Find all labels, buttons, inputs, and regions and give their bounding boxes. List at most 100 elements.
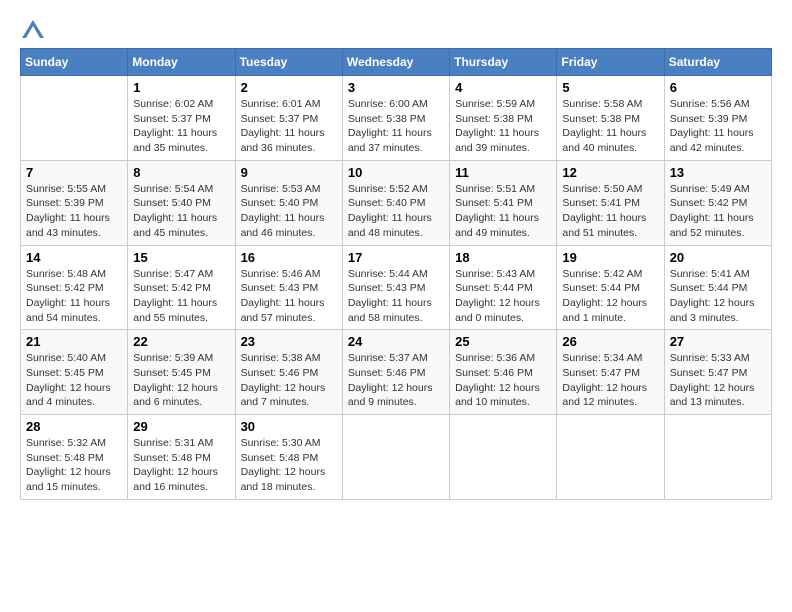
calendar-cell: 22Sunrise: 5:39 AMSunset: 5:45 PMDayligh… xyxy=(128,330,235,415)
daylight-continuation: and 40 minutes. xyxy=(562,141,658,156)
sunrise-text: Sunrise: 5:36 AM xyxy=(455,351,551,366)
daylight-continuation: and 46 minutes. xyxy=(241,226,337,241)
daylight-continuation: and 1 minute. xyxy=(562,311,658,326)
day-info: Sunrise: 5:36 AMSunset: 5:46 PMDaylight:… xyxy=(455,351,551,410)
sunset-text: Sunset: 5:46 PM xyxy=(348,366,444,381)
daylight-text: Daylight: 12 hours xyxy=(241,465,337,480)
sunrise-text: Sunrise: 5:59 AM xyxy=(455,97,551,112)
sunrise-text: Sunrise: 5:50 AM xyxy=(562,182,658,197)
day-info: Sunrise: 5:31 AMSunset: 5:48 PMDaylight:… xyxy=(133,436,229,495)
daylight-text: Daylight: 11 hours xyxy=(241,211,337,226)
daylight-text: Daylight: 12 hours xyxy=(133,465,229,480)
day-info: Sunrise: 5:51 AMSunset: 5:41 PMDaylight:… xyxy=(455,182,551,241)
day-number: 20 xyxy=(670,250,766,265)
sunrise-text: Sunrise: 5:31 AM xyxy=(133,436,229,451)
calendar-cell: 9Sunrise: 5:53 AMSunset: 5:40 PMDaylight… xyxy=(235,160,342,245)
day-number: 7 xyxy=(26,165,122,180)
daylight-continuation: and 55 minutes. xyxy=(133,311,229,326)
daylight-continuation: and 0 minutes. xyxy=(455,311,551,326)
daylight-text: Daylight: 11 hours xyxy=(562,126,658,141)
day-number: 4 xyxy=(455,80,551,95)
sunset-text: Sunset: 5:48 PM xyxy=(133,451,229,466)
calendar-cell: 3 Sunrise: 6:00 AMSunset: 5:38 PMDaylight… xyxy=(342,76,449,161)
day-number: 26 xyxy=(562,334,658,349)
sunrise-text: Sunrise: 5:30 AM xyxy=(241,436,337,451)
day-number: 17 xyxy=(348,250,444,265)
daylight-continuation: and 49 minutes. xyxy=(455,226,551,241)
sunrise-text: Sunrise: 5:42 AM xyxy=(562,267,658,282)
calendar-cell: 14Sunrise: 5:48 AMSunset: 5:42 PMDayligh… xyxy=(21,245,128,330)
calendar-cell: 20Sunrise: 5:41 AMSunset: 5:44 PMDayligh… xyxy=(664,245,771,330)
daylight-text: Daylight: 12 hours xyxy=(562,381,658,396)
day-info: Sunrise: 5:39 AMSunset: 5:45 PMDaylight:… xyxy=(133,351,229,410)
daylight-continuation: and 58 minutes. xyxy=(348,311,444,326)
day-number: 3 xyxy=(348,80,444,95)
calendar-cell: 16Sunrise: 5:46 AMSunset: 5:43 PMDayligh… xyxy=(235,245,342,330)
day-info: Sunrise: 5:54 AMSunset: 5:40 PMDaylight:… xyxy=(133,182,229,241)
day-number: 14 xyxy=(26,250,122,265)
day-number: 11 xyxy=(455,165,551,180)
day-header-tuesday: Tuesday xyxy=(235,49,342,76)
daylight-text: Daylight: 11 hours xyxy=(26,211,122,226)
calendar-cell: 25Sunrise: 5:36 AMSunset: 5:46 PMDayligh… xyxy=(450,330,557,415)
daylight-continuation: and 9 minutes. xyxy=(348,395,444,410)
daylight-text: Daylight: 12 hours xyxy=(26,381,122,396)
sunrise-text: Sunrise: 5:55 AM xyxy=(26,182,122,197)
day-number: 1 xyxy=(133,80,229,95)
sunset-text: Sunset: 5:42 PM xyxy=(26,281,122,296)
sunset-text: Sunset: 5:37 PM xyxy=(133,112,229,127)
daylight-text: Daylight: 11 hours xyxy=(133,296,229,311)
day-number: 16 xyxy=(241,250,337,265)
sunrise-text: Sunrise: 5:34 AM xyxy=(562,351,658,366)
day-info: Sunrise: 5:44 AMSunset: 5:43 PMDaylight:… xyxy=(348,267,444,326)
daylight-text: Daylight: 12 hours xyxy=(670,381,766,396)
calendar-cell: 21Sunrise: 5:40 AMSunset: 5:45 PMDayligh… xyxy=(21,330,128,415)
day-number: 8 xyxy=(133,165,229,180)
calendar-cell: 27 Sunrise: 5:33 AMSunset: 5:47 PMDayligh… xyxy=(664,330,771,415)
daylight-continuation: and 7 minutes. xyxy=(241,395,337,410)
daylight-continuation: and 42 minutes. xyxy=(670,141,766,156)
sunset-text: Sunset: 5:47 PM xyxy=(670,366,766,381)
calendar-week-row: 7Sunrise: 5:55 AMSunset: 5:39 PMDaylight… xyxy=(21,160,772,245)
calendar-cell: 26Sunrise: 5:34 AMSunset: 5:47 PMDayligh… xyxy=(557,330,664,415)
calendar-cell: 29Sunrise: 5:31 AMSunset: 5:48 PMDayligh… xyxy=(128,415,235,500)
calendar-cell xyxy=(450,415,557,500)
day-number: 19 xyxy=(562,250,658,265)
daylight-text: Daylight: 11 hours xyxy=(241,296,337,311)
day-number: 28 xyxy=(26,419,122,434)
daylight-continuation: and 57 minutes. xyxy=(241,311,337,326)
sunrise-text: Sunrise: 5:33 AM xyxy=(670,351,766,366)
sunset-text: Sunset: 5:43 PM xyxy=(241,281,337,296)
daylight-text: Daylight: 11 hours xyxy=(348,296,444,311)
day-number: 15 xyxy=(133,250,229,265)
day-info: Sunrise: 6:00 AMSunset: 5:38 PMDaylight:… xyxy=(348,97,444,156)
sunset-text: Sunset: 5:44 PM xyxy=(455,281,551,296)
logo xyxy=(20,20,46,38)
sunrise-text: Sunrise: 5:41 AM xyxy=(670,267,766,282)
sunrise-text: Sunrise: 5:37 AM xyxy=(348,351,444,366)
sunset-text: Sunset: 5:48 PM xyxy=(241,451,337,466)
calendar-cell: 8 Sunrise: 5:54 AMSunset: 5:40 PMDaylight… xyxy=(128,160,235,245)
calendar-cell xyxy=(557,415,664,500)
daylight-continuation: and 43 minutes. xyxy=(26,226,122,241)
daylight-text: Daylight: 11 hours xyxy=(348,126,444,141)
sunset-text: Sunset: 5:42 PM xyxy=(670,196,766,211)
sunrise-text: Sunrise: 5:32 AM xyxy=(26,436,122,451)
day-number: 23 xyxy=(241,334,337,349)
day-number: 9 xyxy=(241,165,337,180)
calendar-cell xyxy=(342,415,449,500)
calendar-cell: 1Sunrise: 6:02 AMSunset: 5:37 PMDaylight… xyxy=(128,76,235,161)
day-info: Sunrise: 5:32 AMSunset: 5:48 PMDaylight:… xyxy=(26,436,122,495)
day-number: 12 xyxy=(562,165,658,180)
sunrise-text: Sunrise: 5:48 AM xyxy=(26,267,122,282)
day-number: 13 xyxy=(670,165,766,180)
daylight-text: Daylight: 11 hours xyxy=(670,126,766,141)
calendar-cell: 7Sunrise: 5:55 AMSunset: 5:39 PMDaylight… xyxy=(21,160,128,245)
day-number: 27 xyxy=(670,334,766,349)
daylight-text: Daylight: 11 hours xyxy=(455,211,551,226)
calendar-cell xyxy=(664,415,771,500)
daylight-continuation: and 54 minutes. xyxy=(26,311,122,326)
day-header-wednesday: Wednesday xyxy=(342,49,449,76)
sunset-text: Sunset: 5:44 PM xyxy=(670,281,766,296)
daylight-text: Daylight: 12 hours xyxy=(241,381,337,396)
